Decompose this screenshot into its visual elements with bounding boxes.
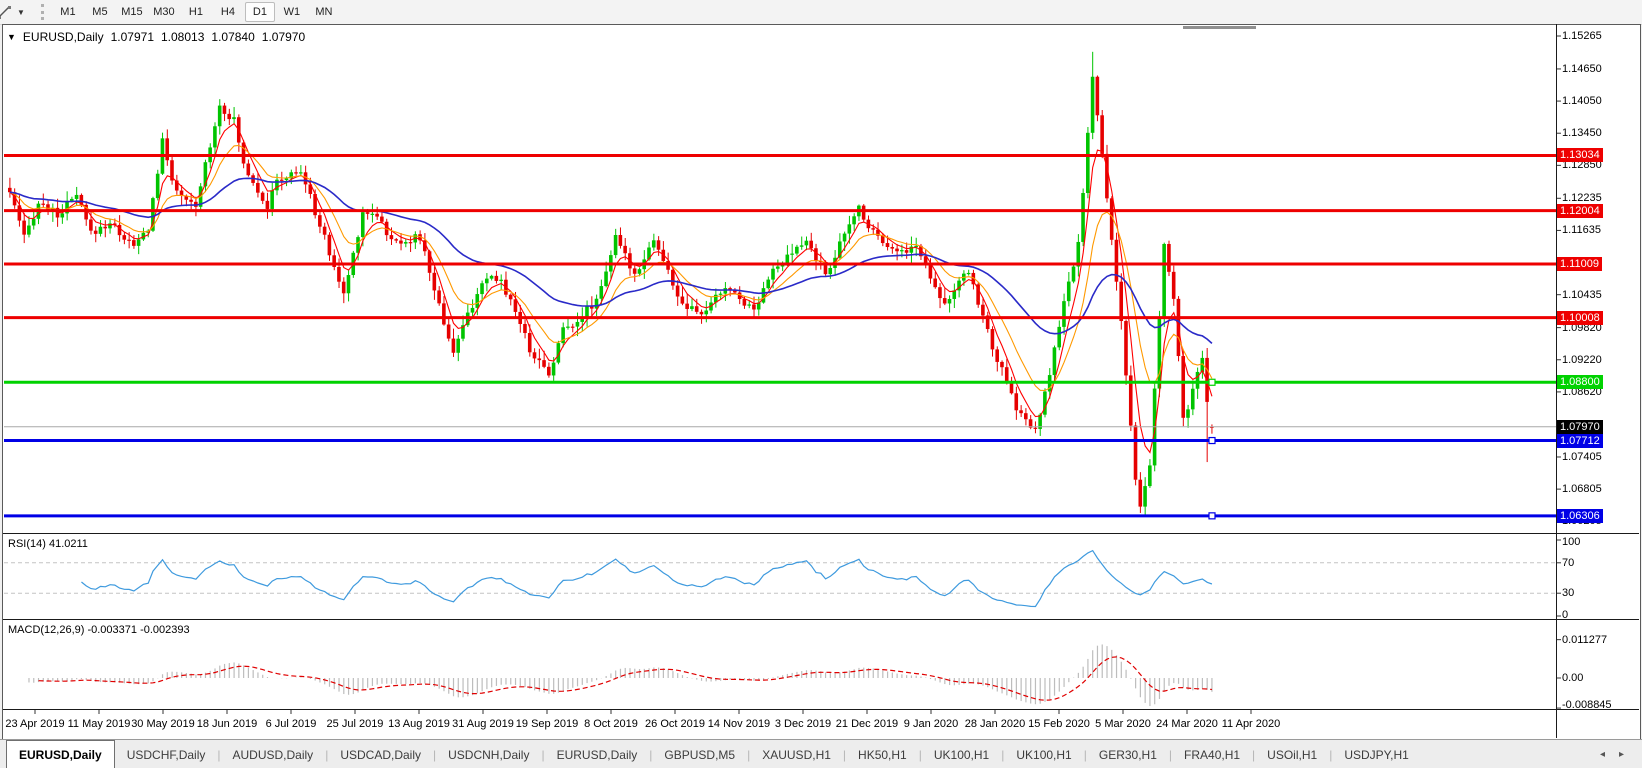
symbol-tab-fra40-h1[interactable]: FRA40,H1 <box>1172 740 1252 768</box>
rsi-indicator-label: RSI(14) 41.0211 <box>8 538 88 550</box>
macd-axis-label: 0.00 <box>1562 672 1583 684</box>
date-axis-label: 24 Mar 2020 <box>1155 718 1219 730</box>
symbol-tab-eurusd-daily[interactable]: EURUSD,Daily <box>545 740 650 768</box>
price-axis-tick: 1.14050 <box>1562 95 1602 107</box>
price-axis-tick: 1.14650 <box>1562 63 1602 75</box>
rsi-line <box>81 551 1211 607</box>
symbol-tab-usoil-h1[interactable]: USOil,H1 <box>1255 740 1329 768</box>
panel-separator[interactable] <box>3 709 1639 710</box>
date-axis-label: 3 Dec 2019 <box>771 718 835 730</box>
panel-separator[interactable] <box>3 619 1639 620</box>
macd-axis-label: 0.011277 <box>1562 634 1607 646</box>
price-axis-tick: 1.15265 <box>1562 30 1602 42</box>
date-axis-label: 21 Dec 2019 <box>835 718 899 730</box>
date-axis-label: 15 Feb 2020 <box>1027 718 1091 730</box>
line-handle[interactable] <box>1209 438 1215 444</box>
symbol-tab-usdcnh-daily[interactable]: USDCNH,Daily <box>436 740 541 768</box>
level-price-tag: 1.08800 <box>1557 375 1603 389</box>
price-chart-canvas[interactable] <box>0 0 1642 768</box>
rsi-axis-label: 30 <box>1562 587 1574 599</box>
level-price-tag: 1.12004 <box>1557 204 1603 218</box>
panel-separator[interactable] <box>3 533 1639 534</box>
symbol-tab-uk100-h1[interactable]: UK100,H1 <box>1004 740 1083 768</box>
symbol-tab-bar: EURUSD,DailyUSDCHF,Daily|AUDUSD,Daily|US… <box>0 739 1642 768</box>
quote-high: 1.08013 <box>161 30 204 44</box>
quote-close: 1.07970 <box>262 30 305 44</box>
price-axis-tick: 1.13450 <box>1562 127 1602 139</box>
date-axis-label: 9 Jan 2020 <box>899 718 963 730</box>
line-handle[interactable] <box>1209 513 1215 519</box>
date-axis-label: 25 Jul 2019 <box>323 718 387 730</box>
date-axis-label: 30 May 2019 <box>131 718 195 730</box>
date-axis-label: 23 Apr 2019 <box>3 718 67 730</box>
moving-average-fast <box>10 124 1212 453</box>
symbol-tab-usdcad-daily[interactable]: USDCAD,Daily <box>328 740 433 768</box>
level-price-tag: 1.06306 <box>1557 509 1603 523</box>
trading-terminal: ▼ M1M5M15M30H1H4D1W1MN ▼ EURUSD,Daily 1.… <box>0 0 1642 768</box>
date-axis-label: 6 Jul 2019 <box>259 718 323 730</box>
level-price-tag: 1.11009 <box>1557 257 1602 271</box>
date-axis-label: 28 Jan 2020 <box>963 718 1027 730</box>
chart-title: ▼ EURUSD,Daily 1.07971 1.08013 1.07840 1… <box>7 30 305 44</box>
quote-open: 1.07971 <box>111 30 154 44</box>
symbol-tab-eurusd-daily[interactable]: EURUSD,Daily <box>6 740 115 768</box>
symbol-tab-ger30-h1[interactable]: GER30,H1 <box>1087 740 1169 768</box>
date-axis-label: 11 May 2019 <box>67 718 131 730</box>
current-price-tag: 1.07970 <box>1557 420 1603 434</box>
level-price-tag: 1.13034 <box>1557 148 1603 162</box>
rsi-axis-label: 100 <box>1562 536 1580 548</box>
price-axis-tick: 1.11635 <box>1562 224 1601 236</box>
date-axis-label: 8 Oct 2019 <box>579 718 643 730</box>
symbol-tab-gbpusd-m5[interactable]: GBPUSD,M5 <box>652 740 747 768</box>
quote-low: 1.07840 <box>211 30 254 44</box>
tab-scroll-right-icon[interactable]: ▸ <box>1619 749 1624 760</box>
date-axis-label: 31 Aug 2019 <box>451 718 515 730</box>
symbol-tab-hk50-h1[interactable]: HK50,H1 <box>846 740 919 768</box>
symbol-tab-audusd-daily[interactable]: AUDUSD,Daily <box>221 740 326 768</box>
symbol-period-label: EURUSD,Daily <box>23 30 104 44</box>
price-axis-tick: 1.10435 <box>1562 289 1602 301</box>
price-axis-tick: 1.09220 <box>1562 354 1602 366</box>
level-price-tag: 1.07712 <box>1557 434 1603 448</box>
level-price-tag: 1.10008 <box>1557 311 1603 325</box>
symbol-tab-uk100-h1[interactable]: UK100,H1 <box>922 740 1001 768</box>
chart-menu-icon[interactable]: ▼ <box>7 32 16 42</box>
price-axis-tick: 1.06805 <box>1562 483 1602 495</box>
macd-indicator-label: MACD(12,26,9) -0.003371 -0.002393 <box>8 624 190 636</box>
symbol-tab-usdchf-daily[interactable]: USDCHF,Daily <box>115 740 218 768</box>
date-axis-label: 13 Aug 2019 <box>387 718 451 730</box>
tab-scroll-left-icon[interactable]: ◂ <box>1600 749 1605 760</box>
candles <box>8 52 1214 516</box>
date-axis-label: 5 Mar 2020 <box>1091 718 1155 730</box>
line-handle[interactable] <box>1209 379 1215 385</box>
symbol-tab-xauusd-h1[interactable]: XAUUSD,H1 <box>750 740 843 768</box>
symbol-tabs: EURUSD,DailyUSDCHF,Daily|AUDUSD,Daily|US… <box>0 740 1421 768</box>
date-axis-label: 18 Jun 2019 <box>195 718 259 730</box>
tab-scroll-arrows: ◂ ▸ <box>1600 740 1642 768</box>
price-axis-tick: 1.12235 <box>1562 192 1602 204</box>
macd-histogram <box>29 644 1212 706</box>
date-axis-label: 26 Oct 2019 <box>643 718 707 730</box>
rsi-axis-label: 70 <box>1562 557 1574 569</box>
date-axis-label: 11 Apr 2020 <box>1219 718 1283 730</box>
date-axis-label: 19 Sep 2019 <box>515 718 579 730</box>
date-axis-label: 14 Nov 2019 <box>707 718 771 730</box>
symbol-tab-usdjpy-h1[interactable]: USDJPY,H1 <box>1332 740 1420 768</box>
price-axis-tick: 1.07405 <box>1562 451 1602 463</box>
